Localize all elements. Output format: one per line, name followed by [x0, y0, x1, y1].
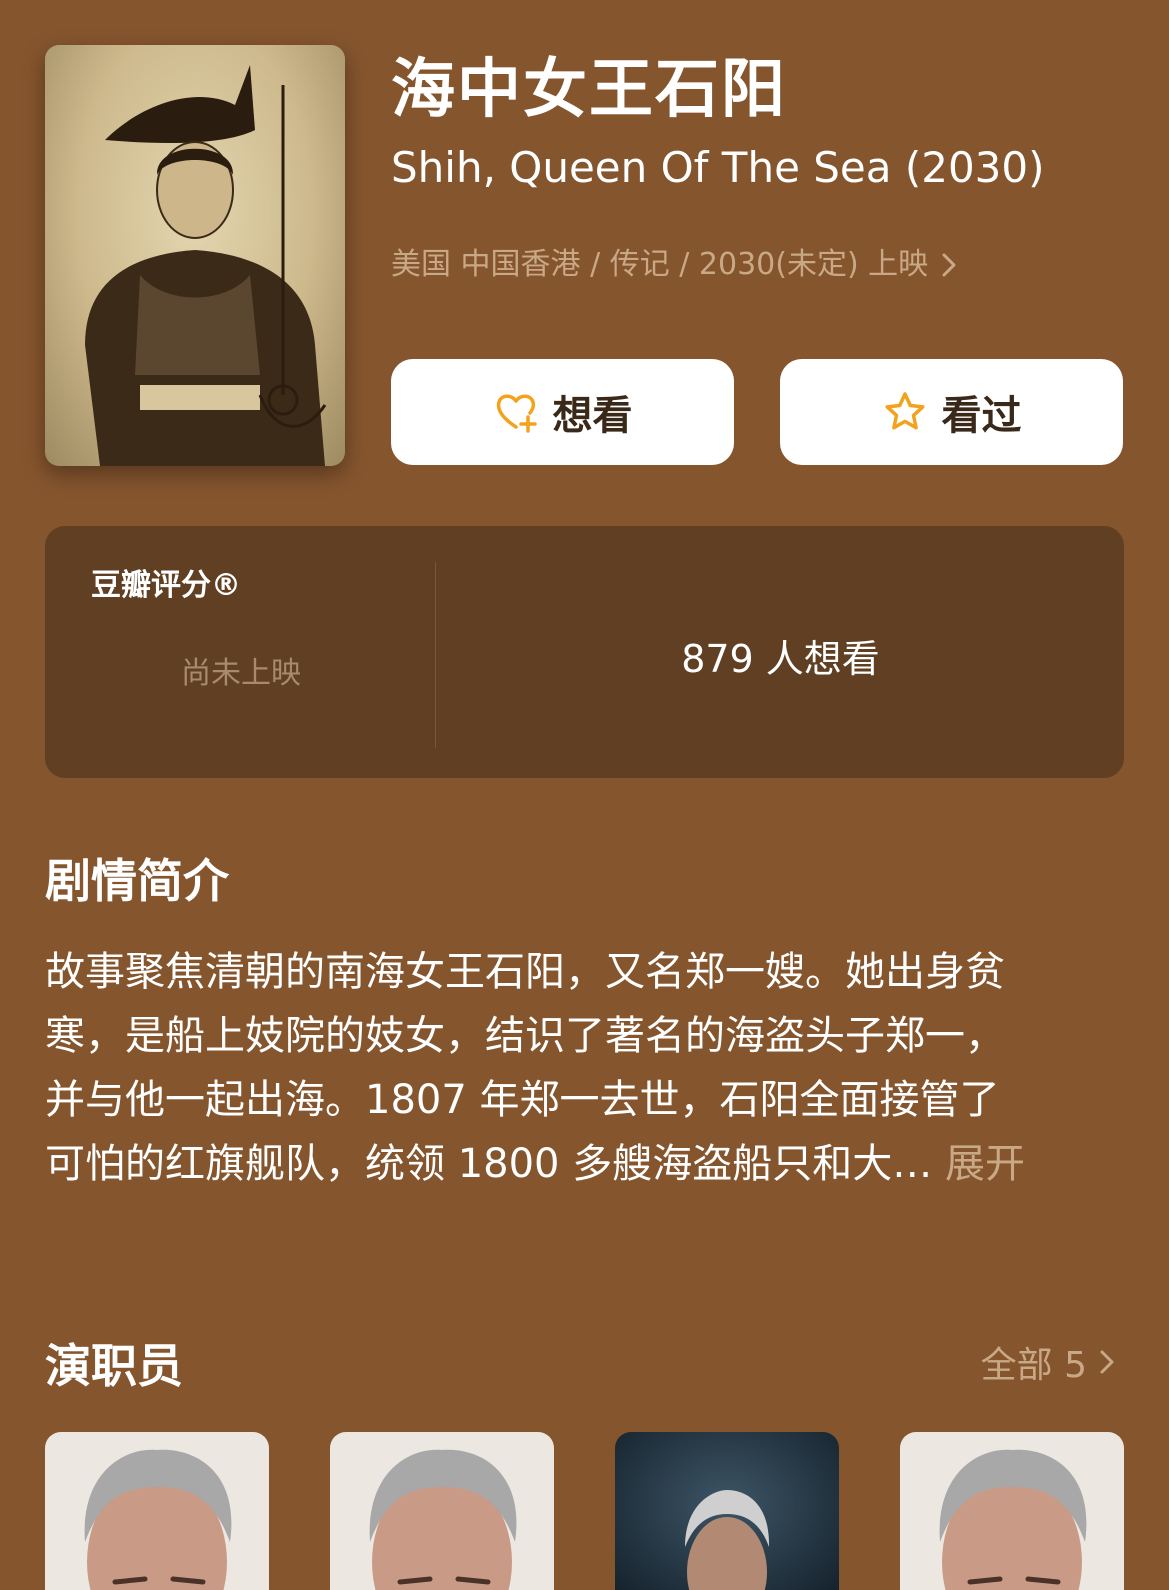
- star-icon: [884, 392, 925, 430]
- movie-original-title: Shih, Queen Of The Sea (2030): [391, 143, 1045, 192]
- movie-detail-page: 海中女王石阳 Shih, Queen Of The Sea (2030) 美国 …: [0, 0, 1169, 1590]
- expand-link[interactable]: 展开: [945, 1141, 1025, 1187]
- movie-poster[interactable]: [45, 45, 345, 466]
- cast-photo: [45, 1432, 269, 1590]
- cast-member-card[interactable]: [615, 1432, 839, 1590]
- watched-button[interactable]: 看过: [780, 359, 1123, 465]
- watched-label: 看过: [941, 393, 1022, 439]
- cast-photo: [615, 1432, 839, 1590]
- cast-all-link[interactable]: 全部 5: [981, 1336, 1117, 1388]
- cast-member-card[interactable]: [900, 1432, 1124, 1590]
- want-to-watch-label: 想看: [552, 393, 633, 439]
- rating-divider: [435, 562, 436, 748]
- cast-photo: [330, 1432, 554, 1590]
- cast-member-card[interactable]: [45, 1432, 269, 1590]
- synopsis-text[interactable]: 故事聚焦清朝的南海女王石阳，又名郑一嫂。她出身贫 寒，是船上妓院的妓女，结识了著…: [45, 940, 1130, 1196]
- synopsis-line: 寒，是船上妓院的妓女，结识了著名的海盗头子郑一，: [45, 1013, 1005, 1059]
- rating-panel[interactable]: 豆瓣评分® 尚未上映 879 人想看: [45, 526, 1124, 778]
- heart-plus-icon: [496, 394, 537, 433]
- rating-status: 尚未上映: [181, 656, 301, 691]
- movie-meta-link[interactable]: 美国 中国香港 / 传记 / 2030(未定) 上映: [391, 245, 960, 285]
- synopsis-line-last: 可怕的红旗舰队，统领 1800 多艘海盗船只和大… 展开: [45, 1132, 1130, 1196]
- synopsis-heading: 剧情简介: [45, 854, 229, 908]
- want-to-watch-button[interactable]: 想看: [391, 359, 734, 465]
- cast-photo: [900, 1432, 1124, 1590]
- movie-meta-text: 美国 中国香港 / 传记 / 2030(未定) 上映: [391, 247, 929, 282]
- synopsis-line: 并与他一起出海。1807 年郑一去世，石阳全面接管了: [45, 1077, 1000, 1123]
- chevron-right-icon: [1100, 1350, 1114, 1374]
- synopsis-line: 故事聚焦清朝的南海女王石阳，又名郑一嫂。她出身贫: [45, 949, 1005, 995]
- cast-member-card[interactable]: [330, 1432, 554, 1590]
- wish-count: 879 人想看: [681, 637, 880, 681]
- cast-heading: 演职员: [45, 1339, 183, 1393]
- douban-rating-brand: 豆瓣评分®: [91, 568, 241, 603]
- movie-title: 海中女王石阳: [391, 53, 787, 127]
- poster-illustration: [85, 65, 327, 466]
- synopsis-line: 可怕的红旗舰队，统领 1800 多艘海盗船只和大…: [45, 1141, 933, 1187]
- cast-all-label: 全部 5: [980, 1345, 1087, 1386]
- chevron-right-icon: [942, 253, 956, 277]
